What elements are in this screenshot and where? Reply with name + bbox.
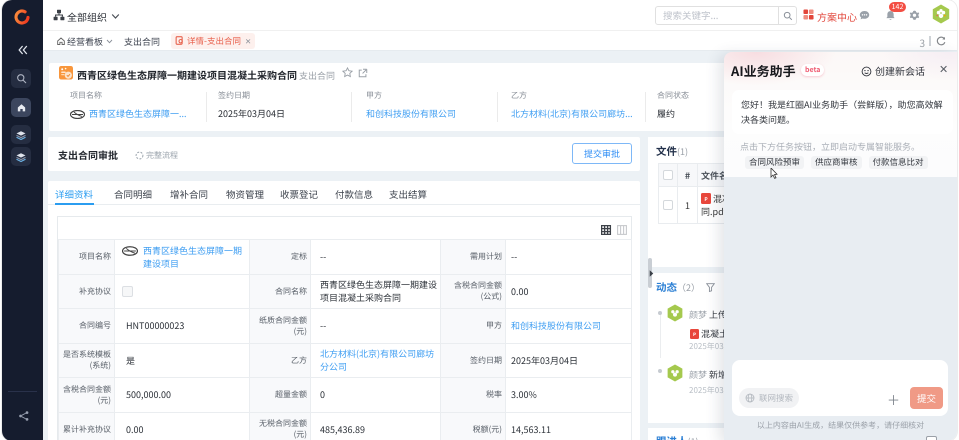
svg-text:P: P xyxy=(693,332,696,338)
